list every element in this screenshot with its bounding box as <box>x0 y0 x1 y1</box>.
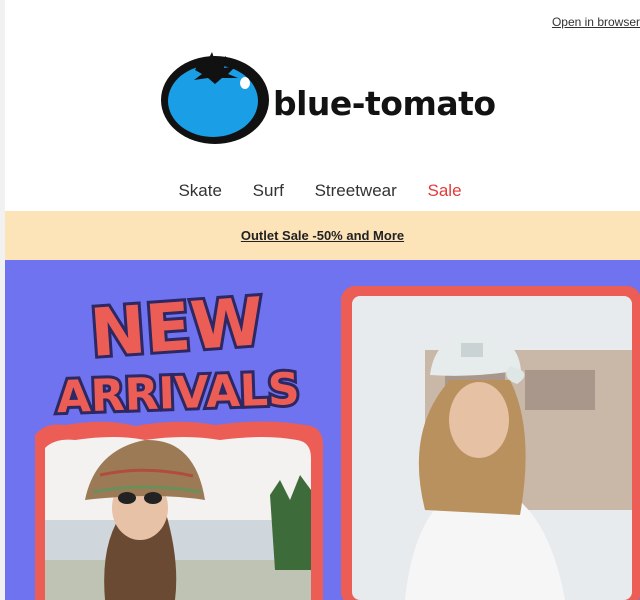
product-photo-cap <box>341 286 640 600</box>
nav-item-streetwear[interactable]: Streetwear <box>315 181 397 201</box>
svg-text:ARRIVALS: ARRIVALS <box>56 364 301 423</box>
brand-logo[interactable]: blue-tomato <box>160 48 520 148</box>
brand-wordmark: blue-tomato <box>273 84 496 123</box>
hero-section[interactable]: NEW ARRIVALS <box>5 260 640 600</box>
open-in-browser-link[interactable]: Open in browser <box>552 15 640 29</box>
product-photo-bucket-hat <box>35 421 323 600</box>
main-nav: Skate Surf Streetwear Sale <box>0 181 640 201</box>
new-arrivals-headline-art: NEW ARRIVALS <box>53 280 304 426</box>
promo-banner-link[interactable]: Outlet Sale -50% and More <box>241 228 404 243</box>
promo-banner: Outlet Sale -50% and More <box>5 211 640 260</box>
tomato-logo-icon <box>161 52 269 144</box>
nav-item-sale[interactable]: Sale <box>428 181 462 201</box>
nav-item-skate[interactable]: Skate <box>178 181 221 201</box>
hero-artwork: NEW ARRIVALS <box>35 280 640 600</box>
nav-item-surf[interactable]: Surf <box>253 181 284 201</box>
svg-text:NEW: NEW <box>88 283 266 372</box>
